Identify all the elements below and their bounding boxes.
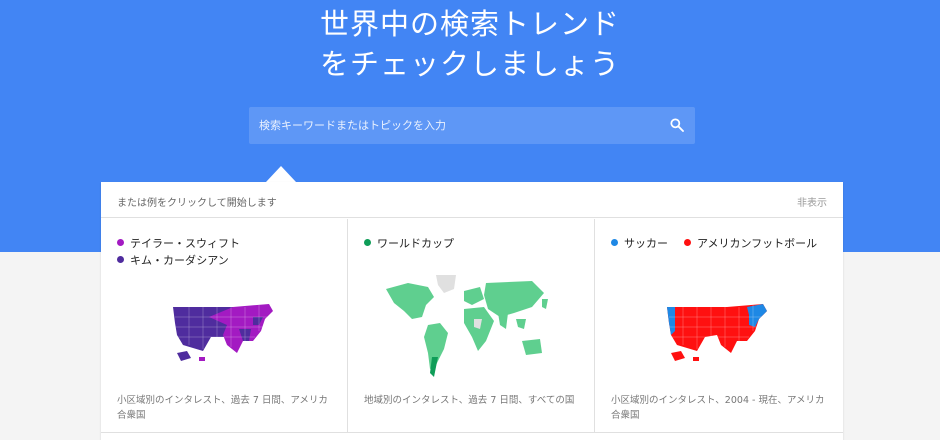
example-card-soccer-vs-football[interactable]: サッカー アメリカンフットボール 小区域別のインタレスト、2004 - 現在、アメ… <box>595 219 843 434</box>
legend-dot <box>364 239 371 246</box>
example-card-taylor-vs-kim[interactable]: テイラー・スウィフト キム・カーダシアン 小区域別のインタレスト、過去 7 日間… <box>101 219 348 434</box>
legend-item: ワールドカップ <box>364 235 454 252</box>
examples-intro-text: または例をクリックして開始します <box>117 198 277 209</box>
headline: 世界中の検索トレンド をチェックしましょう <box>0 4 940 84</box>
legend-label: テイラー・スウィフト <box>130 237 240 250</box>
legend-item: サッカー アメリカンフットボール <box>611 235 833 252</box>
legend-item: キム・カーダシアン <box>117 252 240 269</box>
world-map-icon <box>386 275 548 377</box>
examples-header: または例をクリックして開始します 非表示 <box>101 182 843 218</box>
next-row-edge <box>101 432 843 440</box>
search-box[interactable] <box>249 107 695 144</box>
examples-panel: または例をクリックして開始します 非表示 テイラー・スウィフト キム・カーダシア… <box>101 182 843 440</box>
legend-label: サッカー <box>624 237 668 250</box>
legend-dot <box>684 239 691 246</box>
card-description: 地域別のインタレスト、過去 7 日間、すべての国 <box>364 395 575 406</box>
headline-line-1: 世界中の検索トレンド <box>319 7 620 41</box>
legend-label: キム・カーダシアン <box>130 254 229 267</box>
usa-map-icon <box>667 304 767 361</box>
card-legend: ワールドカップ <box>364 235 454 252</box>
legend-item: テイラー・スウィフト <box>117 235 240 252</box>
panel-pointer <box>266 166 296 182</box>
headline-line-2: をチェックしましょう <box>319 47 620 81</box>
card-description: 小区域別のインタレスト、2004 - 現在、アメリカ合衆国 <box>611 395 825 421</box>
card-legend: テイラー・スウィフト キム・カーダシアン <box>117 235 240 269</box>
card-description: 小区域別のインタレスト、過去 7 日間、アメリカ合衆国 <box>117 395 328 421</box>
search-icon[interactable] <box>669 117 685 133</box>
example-card-world-cup[interactable]: ワールドカップ 地域別のインタレスト、過去 7 日間、すべての国 <box>348 219 595 434</box>
card-legend: サッカー アメリカンフットボール <box>611 235 833 252</box>
legend-dot <box>117 256 124 263</box>
usa-map-icon <box>173 304 273 361</box>
hide-button[interactable]: 非表示 <box>797 194 827 209</box>
legend-label: アメリカンフットボール <box>697 237 818 250</box>
search-input[interactable] <box>249 107 649 144</box>
legend-label: ワールドカップ <box>377 237 454 250</box>
legend-dot <box>117 239 124 246</box>
legend-dot <box>611 239 618 246</box>
